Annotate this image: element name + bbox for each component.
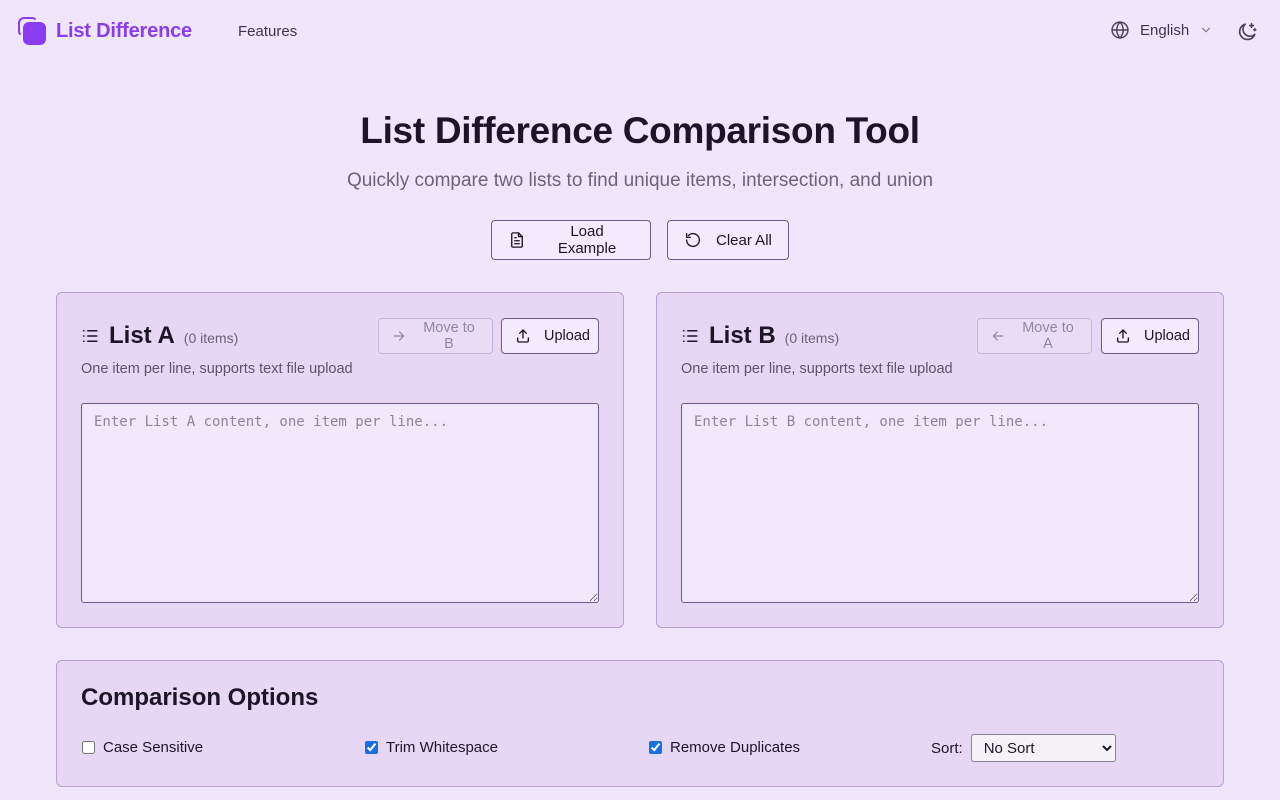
upload-icon xyxy=(515,328,531,344)
page-title: List Difference Comparison Tool xyxy=(360,110,920,151)
case-sensitive-option[interactable]: Case Sensitive xyxy=(82,739,203,756)
upload-label: Upload xyxy=(1144,328,1190,344)
upload-label: Upload xyxy=(544,328,590,344)
chevron-down-icon xyxy=(1199,23,1213,37)
load-example-button[interactable]: Load Example xyxy=(491,220,651,260)
list-b-description: One item per line, supports text file up… xyxy=(681,361,953,377)
sort-label: Sort: xyxy=(931,739,963,757)
brand-name: List Difference xyxy=(56,19,192,42)
top-nav: List Difference Features English xyxy=(0,0,1280,64)
upload-icon xyxy=(1115,328,1131,344)
list-icon xyxy=(81,327,99,345)
list-a-card: List A (0 items) Move to B Upload One it… xyxy=(56,292,624,628)
file-text-icon xyxy=(508,231,526,249)
clear-all-button[interactable]: Clear All xyxy=(667,220,789,260)
comparison-options-panel: Comparison Options Case Sensitive Trim W… xyxy=(56,660,1224,787)
list-b-title: List B xyxy=(709,322,776,349)
trim-whitespace-option[interactable]: Trim Whitespace xyxy=(365,739,498,756)
rotate-ccw-icon xyxy=(684,231,702,249)
brand-logo[interactable]: List Difference xyxy=(18,17,192,45)
move-to-a-label: Move to A xyxy=(1022,320,1074,352)
language-label: English xyxy=(1140,21,1190,39)
remove-duplicates-label: Remove Duplicates xyxy=(670,739,801,756)
case-sensitive-checkbox[interactable] xyxy=(82,741,95,754)
trim-whitespace-checkbox[interactable] xyxy=(365,741,378,754)
language-selector[interactable]: English xyxy=(1110,20,1213,40)
list-b-textarea[interactable] xyxy=(681,403,1199,603)
nav-link-features[interactable]: Features xyxy=(238,23,297,40)
globe-icon xyxy=(1110,20,1130,40)
remove-duplicates-option[interactable]: Remove Duplicates xyxy=(649,739,800,756)
clear-all-label: Clear All xyxy=(716,231,772,249)
trim-whitespace-label: Trim Whitespace xyxy=(386,739,498,756)
list-b-count: (0 items) xyxy=(784,329,840,346)
list-b-card: List B (0 items) Move to A Upload One it… xyxy=(656,292,1224,628)
list-b-header: List B (0 items) xyxy=(681,322,839,350)
list-a-description: One item per line, supports text file up… xyxy=(81,361,353,377)
list-a-count: (0 items) xyxy=(183,329,239,346)
sort-control: Sort: No Sort xyxy=(931,734,1116,762)
moon-sparkle-icon[interactable] xyxy=(1236,21,1258,43)
list-a-title: List A xyxy=(109,322,175,349)
list-a-textarea[interactable] xyxy=(81,403,599,603)
list-a-header: List A (0 items) xyxy=(81,322,238,350)
case-sensitive-label: Case Sensitive xyxy=(103,739,204,756)
remove-duplicates-checkbox[interactable] xyxy=(649,741,662,754)
list-icon xyxy=(681,327,699,345)
layers-icon xyxy=(18,17,46,45)
move-to-a-button[interactable]: Move to A xyxy=(977,318,1092,354)
move-to-b-label: Move to B xyxy=(423,320,475,352)
move-to-b-button[interactable]: Move to B xyxy=(378,318,493,354)
load-example-label: Load Example xyxy=(557,223,617,257)
upload-list-a-button[interactable]: Upload xyxy=(501,318,599,354)
upload-list-b-button[interactable]: Upload xyxy=(1101,318,1199,354)
arrow-left-icon xyxy=(991,329,1005,343)
arrow-right-icon xyxy=(392,329,406,343)
sort-select[interactable]: No Sort xyxy=(970,734,1116,762)
options-title: Comparison Options xyxy=(81,684,319,711)
page-subtitle: Quickly compare two lists to find unique… xyxy=(346,170,934,191)
